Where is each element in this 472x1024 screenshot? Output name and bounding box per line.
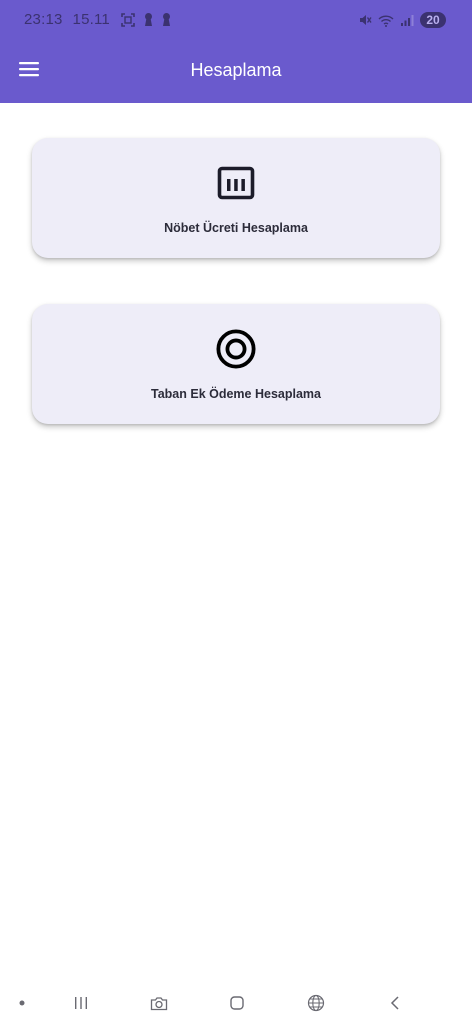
battery-indicator: 20 (420, 12, 446, 28)
card-label: Taban Ek Ödeme Hesaplama (151, 387, 321, 401)
status-date: 15.11 (72, 11, 110, 28)
nav-dot[interactable] (14, 992, 30, 1014)
back-icon (390, 996, 399, 1010)
recent-apps-icon (75, 997, 87, 1009)
status-bar: 23:13 15.11 20 (0, 0, 472, 44)
globe-icon (307, 994, 325, 1012)
top-bar: 23:13 15.11 20 Hesaplama (0, 0, 472, 103)
radio-target-icon (216, 329, 256, 369)
browser-button[interactable] (304, 992, 328, 1014)
camera-icon (150, 996, 168, 1010)
recent-apps-button[interactable] (70, 992, 92, 1014)
app-bar: Hesaplama (0, 44, 472, 103)
signal-icon (401, 14, 414, 26)
back-button[interactable] (384, 992, 406, 1014)
mute-icon (360, 15, 372, 25)
night-shift-fee-card[interactable]: Nöbet Ücreti Hesaplama (32, 138, 440, 258)
card-label: Nöbet Ücreti Hesaplama (164, 221, 308, 235)
screenshot-icon (121, 12, 135, 27)
bar-chart-box-icon (217, 166, 255, 200)
home-icon (230, 996, 244, 1010)
status-time: 23:13 (24, 11, 63, 28)
keyhole-icon-2 (162, 13, 170, 26)
dot-icon (19, 1000, 25, 1006)
system-nav-bar (0, 984, 472, 1024)
home-button[interactable] (226, 992, 248, 1014)
base-extra-payment-card[interactable]: Taban Ek Ödeme Hesaplama (32, 304, 440, 424)
page-title: Hesaplama (190, 60, 282, 80)
wifi-icon (378, 14, 394, 27)
camera-button[interactable] (147, 992, 171, 1014)
keyhole-icon (144, 13, 152, 26)
